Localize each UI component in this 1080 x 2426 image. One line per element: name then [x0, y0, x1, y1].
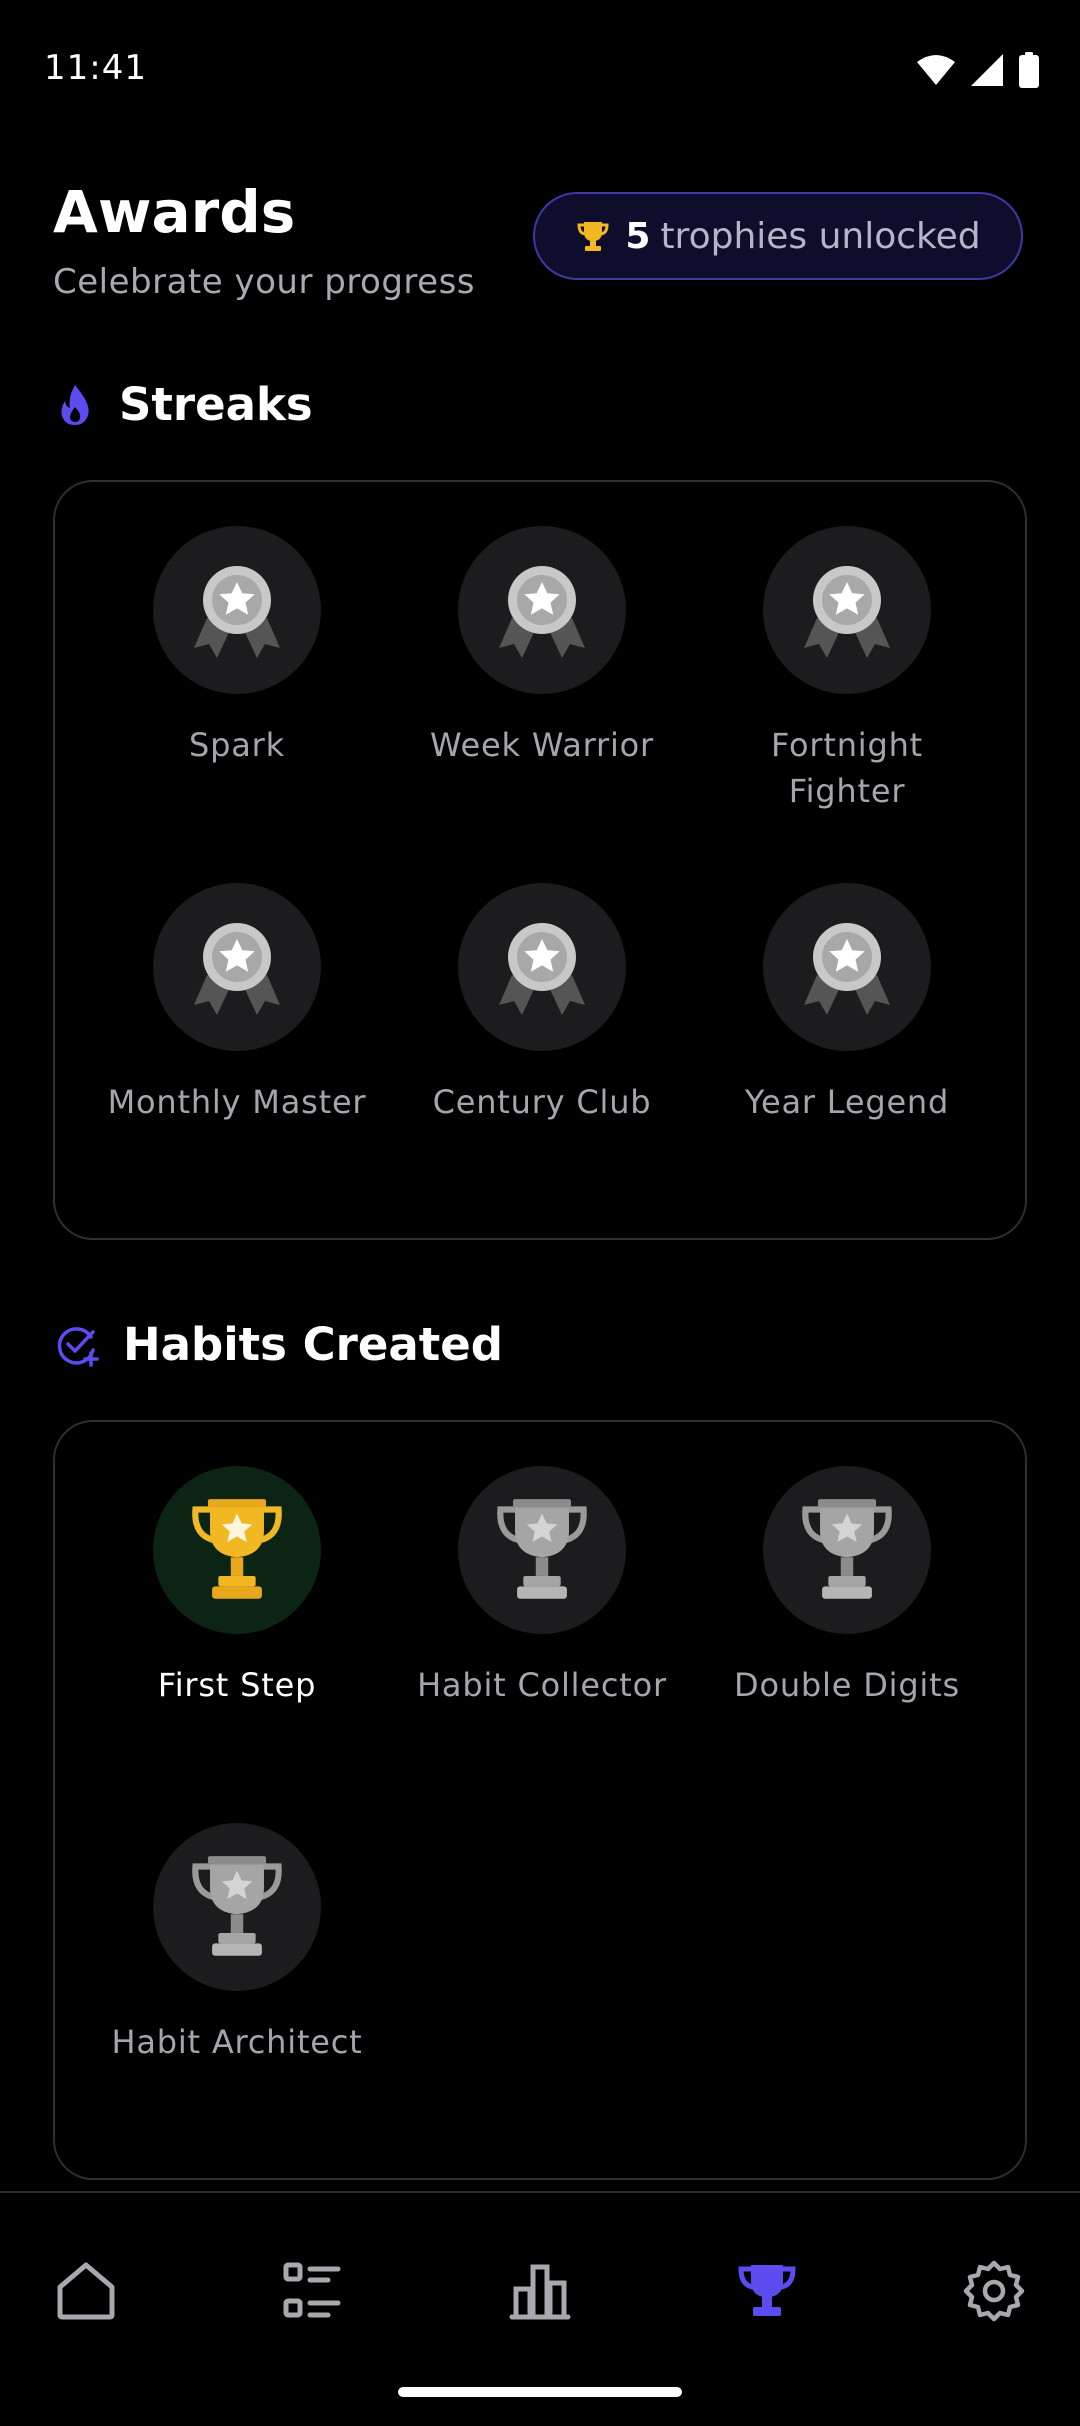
trophy-count-label: trophies unlocked — [660, 215, 981, 257]
badge-label: Monthly Master — [107, 1083, 367, 1121]
habits-created-card: First Step Habit Collector Double Digits… — [53, 1420, 1027, 2180]
nav-home[interactable] — [46, 2251, 126, 2331]
badge-circle — [153, 1466, 321, 1634]
section-title-streaks: Streaks — [119, 378, 313, 431]
badge-circle — [153, 1823, 321, 1991]
badge-year-legend[interactable]: Year Legend — [697, 883, 997, 1125]
status-time: 11:41 — [44, 48, 147, 88]
list-icon — [283, 2262, 341, 2318]
badge-habit-architect[interactable]: Habit Architect — [87, 1823, 387, 2065]
badge-circle — [153, 883, 321, 1051]
badge-circle — [458, 1466, 626, 1634]
badge-circle — [763, 1466, 931, 1634]
badge-label: Year Legend — [744, 1083, 950, 1121]
home-indicator[interactable] — [398, 2387, 682, 2397]
badge-double-digits[interactable]: Double Digits — [697, 1466, 997, 1708]
trophy-icon — [738, 2265, 796, 2316]
nav-settings[interactable] — [954, 2251, 1034, 2331]
nav-stats[interactable] — [500, 2251, 580, 2331]
trophy-icon — [497, 1499, 587, 1599]
home-icon — [57, 2262, 115, 2320]
page-subtitle: Celebrate your progress — [53, 262, 476, 302]
nav-habits-list[interactable] — [272, 2251, 352, 2331]
badge-circle — [458, 883, 626, 1051]
trophy-count: 5 — [625, 215, 651, 257]
badge-label: Century Club — [432, 1083, 652, 1121]
wifi-icon — [917, 55, 955, 85]
medal-icon — [499, 566, 585, 658]
trophy-icon — [192, 1856, 282, 1956]
trophy-icon — [192, 1499, 282, 1599]
badge-label: Double Digits — [734, 1666, 960, 1704]
status-bar: 11:41 — [0, 0, 1080, 140]
badge-label: Spark — [189, 726, 285, 764]
medal-icon — [804, 566, 890, 658]
badge-first-step[interactable]: First Step — [87, 1466, 387, 1708]
page-header: Awards Celebrate your progress 5 trophie… — [53, 178, 1033, 308]
medal-icon — [194, 923, 280, 1015]
badge-monthly-master[interactable]: Monthly Master — [87, 883, 387, 1125]
check-add-icon — [57, 1326, 99, 1367]
badge-label: Habit Architect — [111, 2023, 363, 2061]
page-title: Awards — [53, 178, 296, 246]
badge-label: Habit Collector — [417, 1666, 667, 1704]
gear-icon — [963, 2260, 1025, 2322]
badge-label: Week Warrior — [429, 726, 655, 764]
signal-icon — [971, 54, 1003, 86]
streaks-card: Spark Week Warrior Fortnight Fighter Mon… — [53, 480, 1027, 1240]
badge-week-warrior[interactable]: Week Warrior — [392, 526, 692, 768]
battery-icon — [1019, 52, 1039, 88]
bar-chart-icon — [509, 2264, 571, 2320]
badge-label: First Step — [157, 1666, 317, 1704]
medal-icon — [194, 566, 280, 658]
badge-spark[interactable]: Spark — [87, 526, 387, 768]
trophy-icon — [577, 222, 609, 251]
badge-circle — [763, 526, 931, 694]
trophy-icon — [802, 1499, 892, 1599]
badge-circle — [153, 526, 321, 694]
badge-fortnight-fighter[interactable]: Fortnight Fighter — [697, 526, 997, 814]
flame-icon — [61, 384, 89, 425]
badge-circle — [458, 526, 626, 694]
medal-icon — [804, 923, 890, 1015]
badge-habit-collector[interactable]: Habit Collector — [392, 1466, 692, 1708]
section-header-streaks: Streaks — [55, 378, 313, 431]
section-title-habits-created: Habits Created — [123, 1318, 503, 1371]
badge-label: Fortnight Fighter — [770, 726, 924, 810]
nav-awards[interactable] — [727, 2251, 807, 2331]
trophies-unlocked-badge[interactable]: 5 trophies unlocked — [533, 192, 1023, 280]
section-header-habits-created: Habits Created — [55, 1318, 503, 1371]
status-icons — [916, 52, 1040, 88]
badge-circle — [763, 883, 931, 1051]
medal-icon — [499, 923, 585, 1015]
badge-century-club[interactable]: Century Club — [392, 883, 692, 1125]
